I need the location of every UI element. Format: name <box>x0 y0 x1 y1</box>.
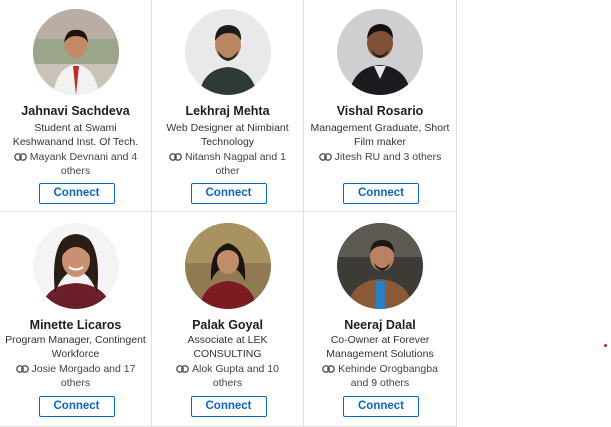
shared-connections-text: Mayank Devnani and 4 others <box>29 151 138 177</box>
shared-connections-text: Kehinde Orogbangba and 9 others <box>338 363 438 389</box>
person-card[interactable]: Neeraj Dalal Co-Owner at Forever Managem… <box>304 212 456 427</box>
connect-button[interactable]: Connect <box>190 183 267 204</box>
profile-photo[interactable] <box>184 223 271 309</box>
person-headline: Associate at LEK CONSULTING <box>187 334 268 360</box>
person-card[interactable]: Minette Licaros Program Manager, Conting… <box>0 212 152 427</box>
person-name[interactable]: Minette Licaros <box>0 318 151 332</box>
shared-connections[interactable]: Jitesh RU and 3 others <box>312 150 448 164</box>
person-name[interactable]: Jahnavi Sachdeva <box>0 104 151 118</box>
profile-photo[interactable] <box>32 223 119 309</box>
connect-button[interactable]: Connect <box>190 396 267 417</box>
shared-connections-icon <box>322 365 335 373</box>
shared-connections[interactable]: Mayank Devnani and 4 others <box>8 150 143 178</box>
connect-button[interactable]: Connect <box>38 183 115 204</box>
shared-connections[interactable]: Alok Gupta and 10 others <box>160 362 295 390</box>
shared-connections-text: Josie Morgado and 17 others <box>31 363 136 389</box>
profile-photo[interactable] <box>184 9 271 95</box>
profile-photo[interactable] <box>337 9 423 95</box>
person-card[interactable]: Vishal Rosario Management Graduate, Shor… <box>304 0 456 212</box>
profile-photo[interactable] <box>337 223 423 309</box>
person-headline: Management Graduate, Short Film maker <box>310 122 450 148</box>
person-name[interactable]: Neeraj Dalal <box>304 318 456 332</box>
person-headline: Web Designer at Nimbiant Technology <box>166 122 289 148</box>
shared-connections-icon <box>169 153 182 161</box>
person-headline: Program Manager, Contingent Workforce <box>5 334 146 360</box>
person-headline: Student at Swami Keshwanand Inst. Of Tec… <box>12 122 139 148</box>
shared-connections-icon <box>318 153 332 161</box>
shared-connections[interactable]: Nitansh Nagpal and 1 other <box>160 150 295 178</box>
people-suggestions-grid: Jahnavi Sachdeva Student at Swami Keshwa… <box>0 0 457 427</box>
person-card[interactable]: Jahnavi Sachdeva Student at Swami Keshwa… <box>0 0 152 212</box>
connect-button[interactable]: Connect <box>343 183 419 204</box>
person-headline: Co-Owner at Forever Management Solutions <box>326 334 434 360</box>
person-card[interactable]: Lekhraj Mehta Web Designer at Nimbiant T… <box>152 0 304 212</box>
shared-connections-icon <box>176 365 189 373</box>
connect-button[interactable]: Connect <box>38 396 115 417</box>
shared-connections[interactable]: Josie Morgado and 17 others <box>8 362 143 390</box>
person-name[interactable]: Vishal Rosario <box>304 104 456 118</box>
shared-connections-icon <box>15 365 29 373</box>
shared-connections-text: Jitesh RU and 3 others <box>334 151 442 163</box>
shared-connections[interactable]: Kehinde Orogbangba and 9 others <box>312 362 448 390</box>
person-name[interactable]: Palak Goyal <box>152 318 303 332</box>
shared-connections-text: Nitansh Nagpal and 1 other <box>185 151 286 177</box>
connect-button[interactable]: Connect <box>343 396 419 417</box>
shared-connections-icon <box>13 153 27 161</box>
shared-connections-text: Alok Gupta and 10 others <box>192 363 279 389</box>
profile-photo[interactable] <box>32 9 119 95</box>
person-name[interactable]: Lekhraj Mehta <box>152 104 303 118</box>
indicator-dot <box>604 344 607 347</box>
person-card[interactable]: Palak Goyal Associate at LEK CONSULTING … <box>152 212 304 427</box>
